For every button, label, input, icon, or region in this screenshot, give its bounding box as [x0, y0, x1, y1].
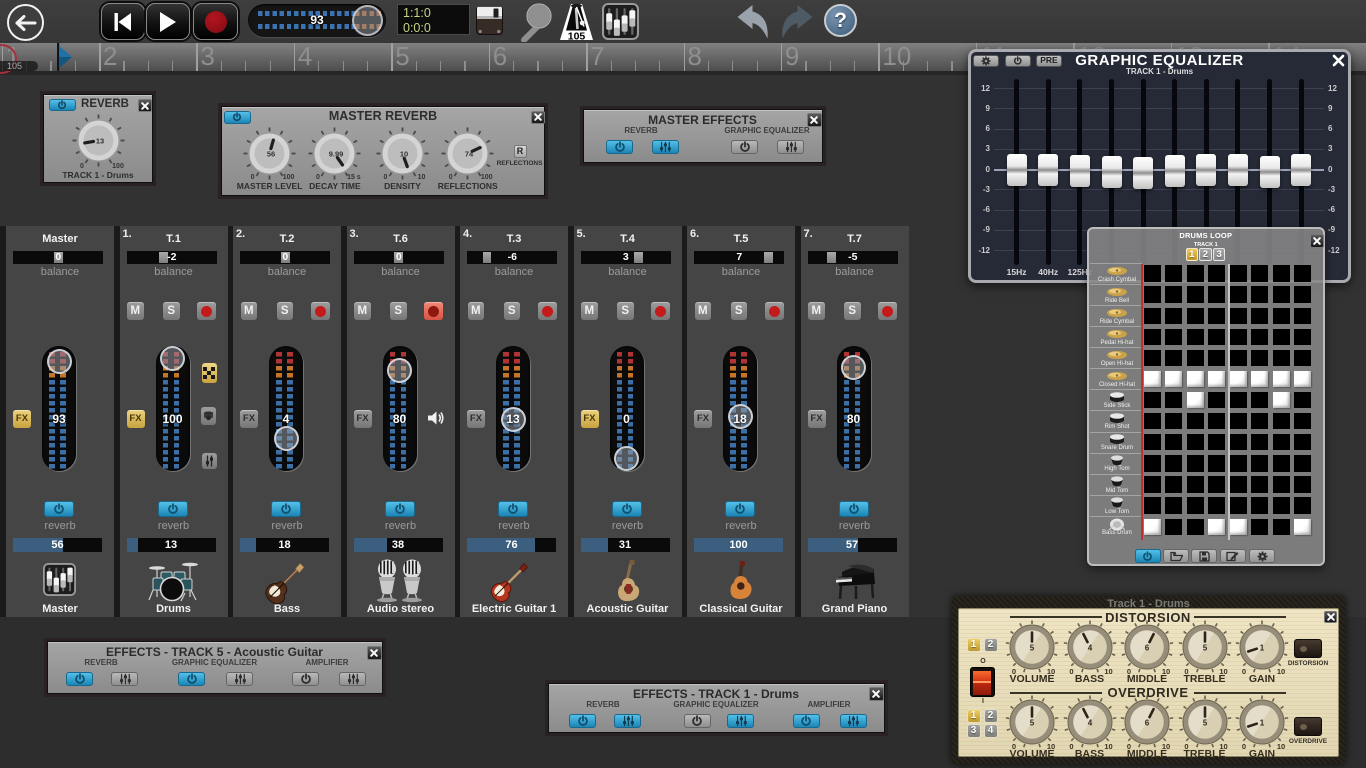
svg-text:4: 4: [1087, 719, 1092, 728]
svg-text:5: 5: [1030, 644, 1035, 653]
svg-text:74: 74: [465, 150, 474, 159]
svg-text:1: 1: [1260, 644, 1265, 653]
svg-text:13: 13: [96, 137, 104, 146]
svg-text:5: 5: [1202, 644, 1207, 653]
svg-text:9.99: 9.99: [329, 150, 344, 159]
svg-text:5: 5: [1202, 719, 1207, 728]
svg-text:6: 6: [1145, 644, 1150, 653]
svg-text:4: 4: [1087, 644, 1092, 653]
svg-text:56: 56: [267, 150, 275, 159]
svg-text:10: 10: [400, 150, 408, 159]
svg-text:105: 105: [568, 31, 586, 42]
svg-text:6: 6: [1145, 719, 1150, 728]
svg-text:5: 5: [1030, 719, 1035, 728]
svg-text:1: 1: [1260, 719, 1265, 728]
